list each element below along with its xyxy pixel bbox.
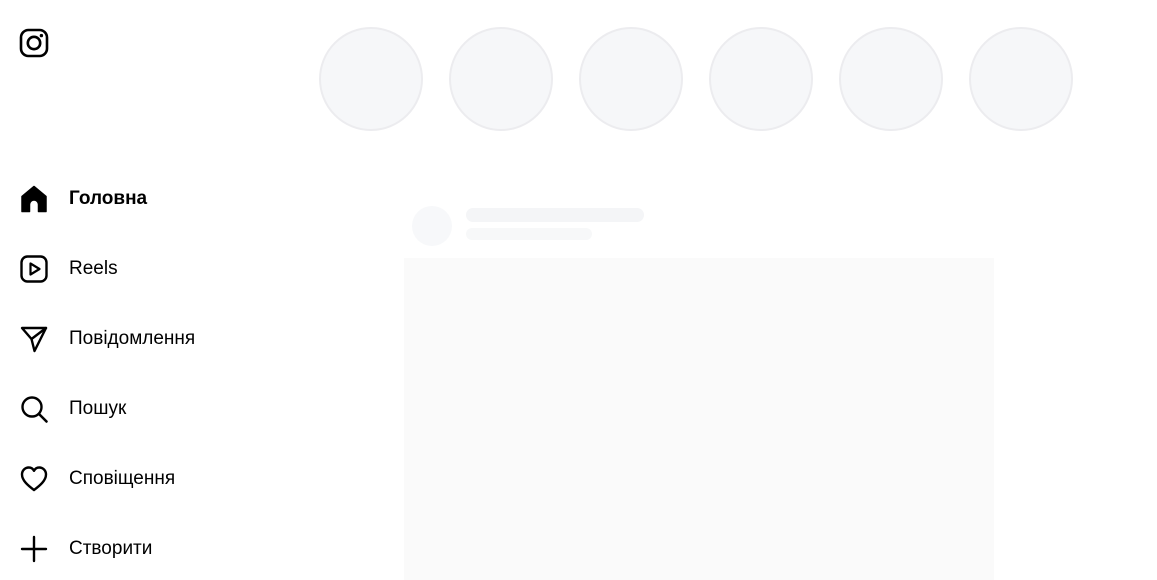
feed-post-placeholder <box>404 200 994 580</box>
post-media-placeholder <box>404 258 994 580</box>
story-placeholder[interactable] <box>319 27 423 131</box>
plus-icon <box>18 533 50 565</box>
sidebar-item-notifications[interactable]: Сповіщення <box>18 462 175 496</box>
reels-icon <box>18 253 50 285</box>
sidebar-item-label: Створити <box>69 538 153 559</box>
sidebar-item-search[interactable]: Пошук <box>18 392 126 426</box>
sidebar-item-label: Сповіщення <box>69 468 176 489</box>
sidebar-item-label: Головна <box>69 188 148 209</box>
story-placeholder[interactable] <box>839 27 943 131</box>
sidebar-item-home[interactable]: Головна <box>18 182 147 216</box>
story-placeholder[interactable] <box>579 27 683 131</box>
post-avatar-placeholder <box>412 206 452 246</box>
messages-icon <box>18 323 50 355</box>
story-placeholder[interactable] <box>449 27 553 131</box>
story-placeholder[interactable] <box>969 27 1073 131</box>
sidebar-item-label: Повідомлення <box>69 328 196 349</box>
sidebar-item-create[interactable]: Створити <box>18 532 152 566</box>
sidebar-item-messages[interactable]: Повідомлення <box>18 322 195 356</box>
post-subtitle-placeholder <box>466 228 592 240</box>
heart-icon <box>18 463 50 495</box>
sidebar-item-label: Reels <box>69 258 118 279</box>
sidebar-nav: Головна Reels Повідомлення Пошук Сповіще… <box>0 0 240 580</box>
sidebar-item-reels[interactable]: Reels <box>18 252 118 286</box>
instagram-app: Головна Reels Повідомлення Пошук Сповіще… <box>0 0 1157 580</box>
home-icon <box>18 183 50 215</box>
search-icon <box>18 393 50 425</box>
post-username-placeholder <box>466 208 644 222</box>
instagram-logo-icon[interactable] <box>18 27 50 59</box>
story-placeholder[interactable] <box>709 27 813 131</box>
sidebar-item-label: Пошук <box>69 398 127 419</box>
